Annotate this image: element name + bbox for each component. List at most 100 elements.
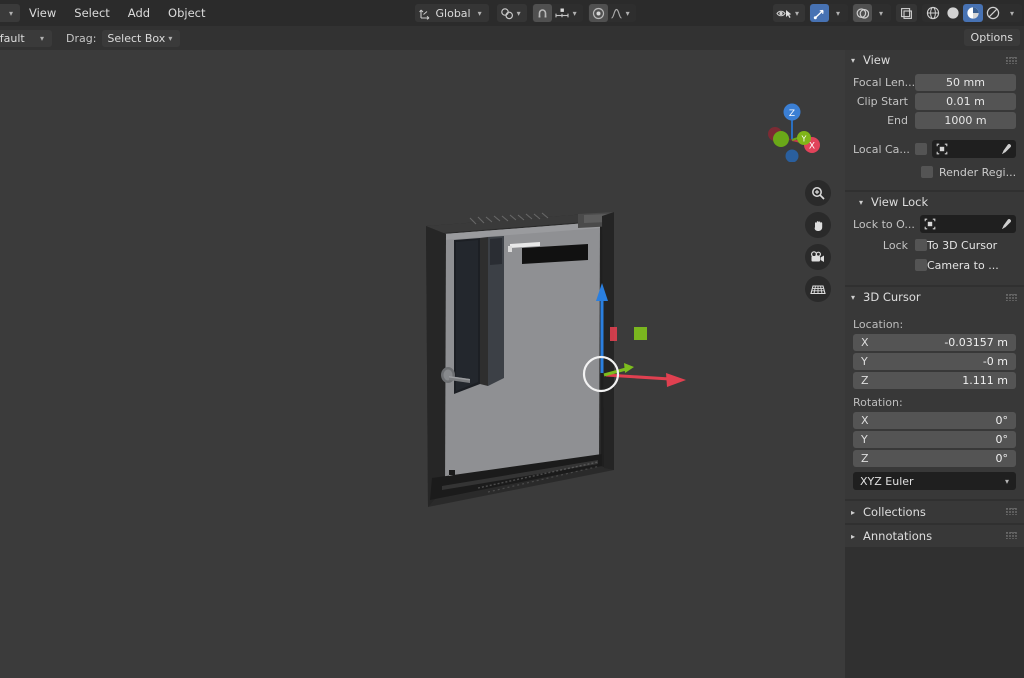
panel-grip-icon[interactable]: [1006, 57, 1018, 64]
clip-start-field[interactable]: 0.01 m: [915, 93, 1016, 110]
cursor-location-y-field[interactable]: Y -0 m: [853, 353, 1016, 370]
lock-to-3d-cursor-checkbox[interactable]: [915, 239, 927, 251]
cursor-rotation-y-row: Y 0°: [853, 431, 1016, 448]
shading-rendered[interactable]: [983, 4, 1003, 22]
chevron-down-icon: ▾: [477, 8, 482, 18]
panel-annotations-header[interactable]: ▸ Annotations: [845, 525, 1024, 547]
wireframe-icon: [926, 6, 940, 20]
chevron-right-icon: ▸: [851, 507, 856, 517]
shading-material-preview[interactable]: [963, 4, 983, 22]
cursor-rotation-z-value: 0°: [995, 452, 1009, 465]
tool-preset-dropdown[interactable]: efault ▾: [0, 29, 52, 47]
zoom-icon[interactable]: [805, 180, 831, 206]
material-preview-icon: [966, 6, 980, 20]
snap-to-dropdown[interactable]: ▾: [552, 4, 582, 22]
render-region-row[interactable]: Render Regi...: [921, 163, 1016, 181]
clip-end-label: End: [887, 114, 908, 127]
svg-text:Z: Z: [789, 109, 795, 119]
chevron-down-icon: ▾: [625, 8, 630, 18]
navigation-gizmo[interactable]: Z X Y: [760, 98, 824, 162]
camera-view-icon[interactable]: [805, 244, 831, 270]
gizmos-dropdown[interactable]: ▾: [829, 4, 847, 22]
lock-camera-to-view-checkbox[interactable]: [915, 259, 927, 271]
chevron-down-icon: ▾: [878, 8, 883, 18]
panel-grip-icon[interactable]: [1006, 532, 1018, 539]
proportional-editing-toggle[interactable]: [588, 4, 608, 22]
panel-3d-cursor: ▾ 3D Cursor Location: X -0.03157 m Y -0 …: [845, 287, 1024, 499]
lock-to-3d-cursor-label: To 3D Cursor: [927, 238, 998, 252]
pivot-point-dropdown[interactable]: ▾: [496, 4, 527, 22]
overlays-dropdown[interactable]: ▾: [872, 4, 890, 22]
transform-orientation-dropdown[interactable]: Global ▾: [414, 4, 489, 22]
menu-view[interactable]: View: [20, 3, 65, 23]
panel-annotations-title: Annotations: [863, 529, 933, 543]
local-camera-checkbox[interactable]: [915, 143, 927, 155]
panel-view-lock-header[interactable]: ▾ View Lock: [845, 192, 1024, 212]
panel-grip-icon[interactable]: [1006, 508, 1018, 515]
drag-mode-dropdown[interactable]: Select Box ▾: [102, 29, 181, 47]
panel-view-header[interactable]: ▾ View: [845, 50, 1024, 70]
cursor-rotation-x-field[interactable]: X 0°: [853, 412, 1016, 429]
cursor-location-z-field[interactable]: Z 1.111 m: [853, 372, 1016, 389]
3d-viewport[interactable]: Z X Y: [0, 50, 845, 678]
menu-select[interactable]: Select: [65, 3, 118, 23]
svg-text:X: X: [809, 142, 815, 152]
cursor-rotation-z-field[interactable]: Z 0°: [853, 450, 1016, 467]
eyedropper-icon[interactable]: [1000, 218, 1012, 230]
clip-end-field[interactable]: 1000 m: [915, 112, 1016, 129]
menu-add[interactable]: Add: [119, 3, 159, 23]
cursor-location-x-field[interactable]: X -0.03157 m: [853, 334, 1016, 351]
axis-label-x: X: [861, 336, 869, 349]
cursor-rotation-z-row: Z 0°: [853, 450, 1016, 467]
axis-label-z: Z: [861, 374, 869, 387]
cursor-location-z-value: 1.111 m: [962, 374, 1008, 387]
panel-collections-header[interactable]: ▸ Collections: [845, 501, 1024, 523]
axis-label-y: Y: [861, 433, 868, 446]
viewport-header: ▾ View Select Add Object Global ▾ ▾ ▾ ▾ …: [0, 0, 1024, 26]
rendered-icon: [986, 6, 1000, 20]
lock-to-object-label: Lock to O...: [853, 217, 915, 231]
overlays-toggle[interactable]: [853, 4, 872, 22]
render-region-checkbox[interactable]: [921, 166, 933, 178]
move-gizmo[interactable]: [560, 275, 710, 405]
editor-type-icon[interactable]: ▾: [0, 4, 20, 22]
shading-dropdown[interactable]: ▾: [1003, 4, 1021, 22]
lock-to-object-row: Lock to O...: [853, 214, 1016, 234]
menu-object[interactable]: Object: [159, 3, 214, 23]
overlays-group: ▾: [852, 4, 891, 22]
rotation-mode-dropdown[interactable]: XYZ Euler ▾: [853, 472, 1016, 490]
panel-view: ▾ View Focal Len... 50 mm Clip Start 0.0…: [845, 50, 1024, 190]
local-camera-row: Local Ca...: [853, 139, 1016, 159]
shading-wireframe[interactable]: [923, 4, 943, 22]
eyedropper-icon[interactable]: [1000, 143, 1012, 155]
xray-icon: [900, 7, 913, 20]
proportional-falloff-dropdown[interactable]: ▾: [608, 4, 635, 22]
clip-start-row: Clip Start 0.01 m: [853, 93, 1016, 110]
rotation-label: Rotation:: [853, 396, 903, 409]
focal-length-field[interactable]: 50 mm: [915, 74, 1016, 91]
gizmos-toggle[interactable]: [810, 4, 829, 22]
lock-to-object-field[interactable]: [920, 215, 1016, 233]
snap-magnet-toggle[interactable]: [532, 4, 552, 22]
lock-to-3d-cursor-row[interactable]: Lock To 3D Cursor: [853, 236, 1016, 254]
axis-label-z: Z: [861, 452, 869, 465]
panel-3d-cursor-title: 3D Cursor: [863, 290, 921, 304]
local-camera-object-field[interactable]: [932, 140, 1016, 158]
lock-camera-to-view-row[interactable]: Camera to ...: [853, 256, 1016, 274]
cursor-location-y-value: -0 m: [982, 355, 1008, 368]
options-button[interactable]: Options: [963, 29, 1020, 46]
panel-3d-cursor-header[interactable]: ▾ 3D Cursor: [845, 287, 1024, 307]
perspective-toggle-icon[interactable]: [805, 276, 831, 302]
chevron-down-icon: ▾: [794, 8, 799, 18]
rotation-mode-label: XYZ Euler: [860, 474, 914, 488]
xray-toggle[interactable]: [896, 4, 917, 22]
hand-pan-icon[interactable]: [805, 212, 831, 238]
focal-length-row: Focal Len... 50 mm: [853, 74, 1016, 91]
panel-view-lock-title: View Lock: [871, 195, 929, 209]
shading-solid[interactable]: [943, 4, 963, 22]
render-region-label: Render Regi...: [939, 165, 1017, 179]
object-visibility-dropdown[interactable]: ▾: [775, 4, 803, 22]
cursor-rotation-y-field[interactable]: Y 0°: [853, 431, 1016, 448]
lock-camera-to-view-label: Camera to ...: [927, 258, 999, 272]
panel-grip-icon[interactable]: [1006, 294, 1018, 301]
